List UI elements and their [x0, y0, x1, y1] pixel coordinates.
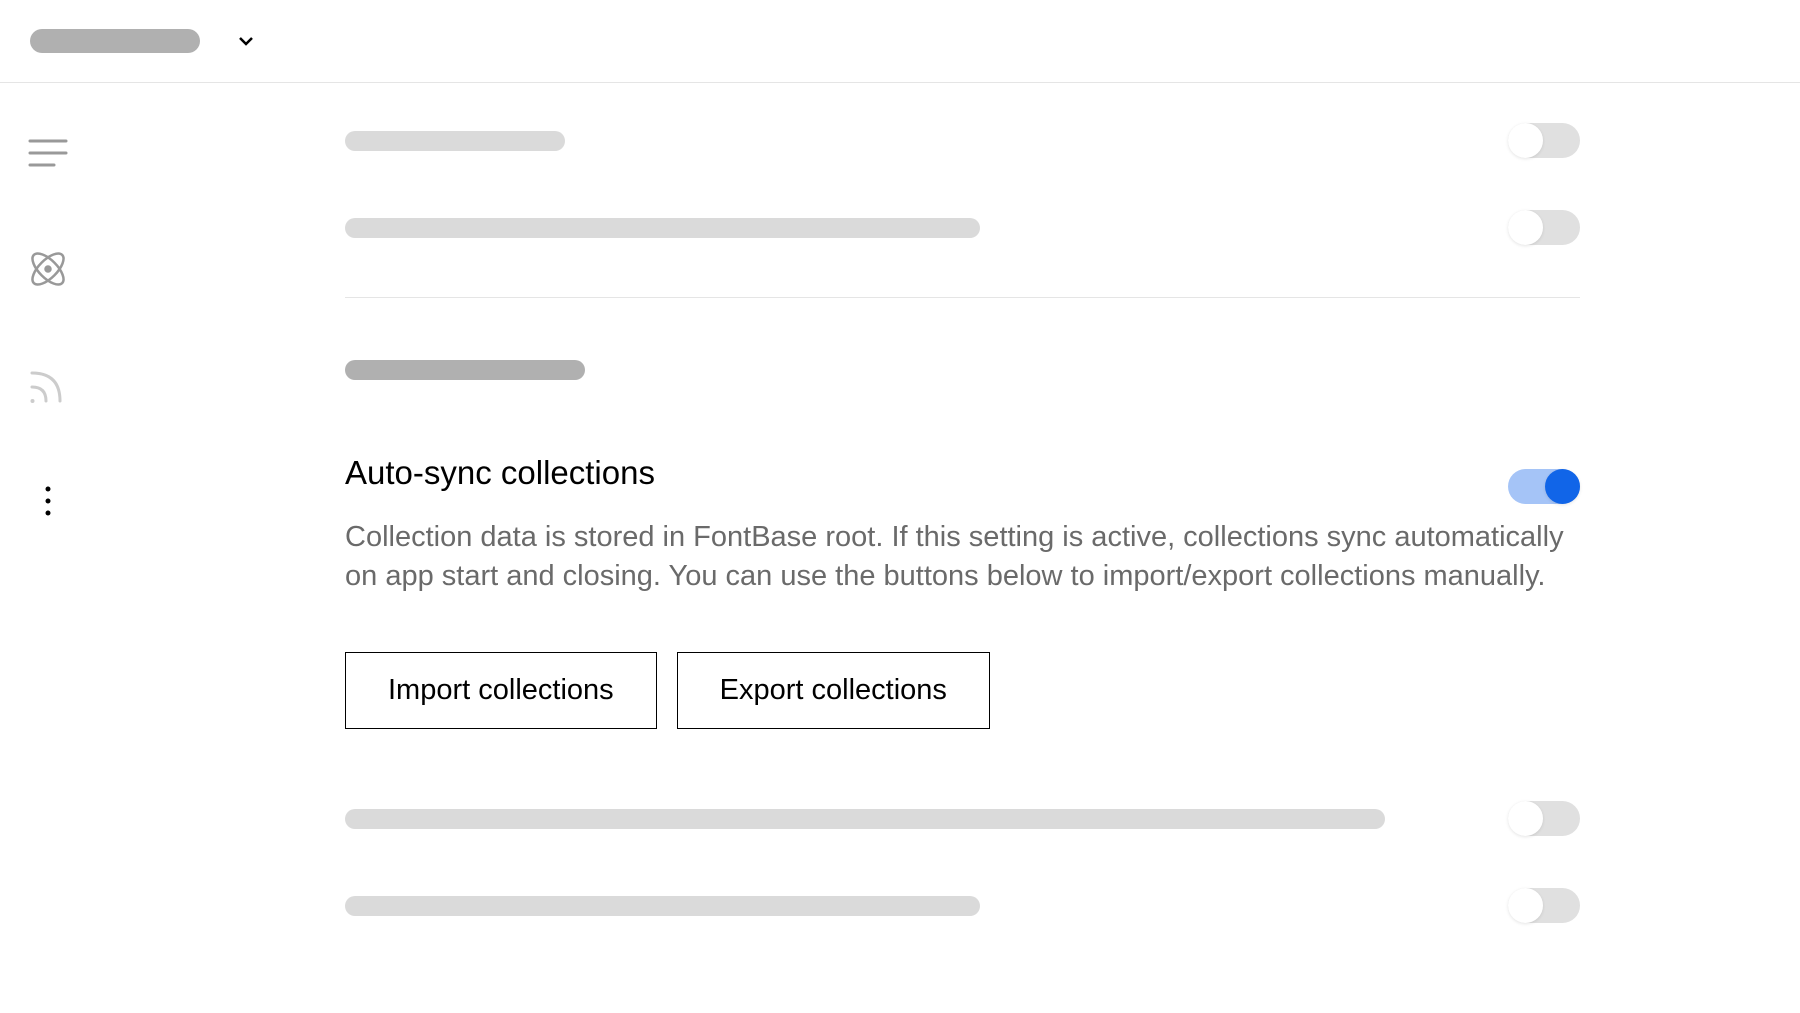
setting-row-placeholder-4 — [345, 888, 1580, 923]
setting-toggle-2[interactable] — [1508, 210, 1580, 245]
collection-buttons: Import collections Export collections — [345, 652, 1580, 729]
setting-toggle-3[interactable] — [1508, 801, 1580, 836]
import-collections-button[interactable]: Import collections — [345, 652, 657, 729]
sidebar — [0, 83, 95, 1013]
toggle-knob — [1545, 469, 1580, 504]
header-title-placeholder — [30, 29, 200, 53]
setting-label-placeholder — [345, 809, 1385, 829]
auto-sync-description: Collection data is stored in FontBase ro… — [345, 518, 1575, 596]
app-header — [0, 0, 1800, 83]
section-header-placeholder — [345, 360, 585, 380]
setting-row-placeholder-2 — [345, 210, 1580, 245]
atom-icon — [26, 247, 70, 291]
toggle-knob — [1508, 210, 1543, 245]
section-divider — [345, 297, 1580, 298]
setting-row-placeholder-3 — [345, 801, 1580, 836]
setting-toggle-4[interactable] — [1508, 888, 1580, 923]
auto-sync-toggle[interactable] — [1508, 469, 1580, 504]
setting-row-placeholder-1 — [345, 123, 1580, 158]
toggle-knob — [1508, 888, 1543, 923]
chevron-down-icon — [234, 29, 258, 53]
sidebar-menu-button[interactable] — [26, 131, 70, 175]
setting-label-placeholder — [345, 218, 980, 238]
export-collections-button[interactable]: Export collections — [677, 652, 990, 729]
setting-label-placeholder — [345, 131, 565, 151]
settings-content: Auto-sync collections Collection data is… — [95, 83, 1800, 1013]
sidebar-atom-button[interactable] — [26, 247, 70, 291]
sidebar-rss-button[interactable] — [26, 363, 70, 407]
menu-icon — [26, 131, 70, 175]
auto-sync-title: Auto-sync collections — [345, 454, 655, 492]
rss-icon — [26, 363, 70, 407]
setting-label-placeholder — [345, 896, 980, 916]
header-dropdown-toggle[interactable] — [232, 27, 260, 55]
toggle-knob — [1508, 801, 1543, 836]
toggle-knob — [1508, 123, 1543, 158]
setting-toggle-1[interactable] — [1508, 123, 1580, 158]
auto-sync-section: Auto-sync collections Collection data is… — [345, 454, 1580, 729]
sidebar-more-button[interactable] — [26, 479, 70, 523]
more-vertical-icon — [26, 479, 70, 523]
